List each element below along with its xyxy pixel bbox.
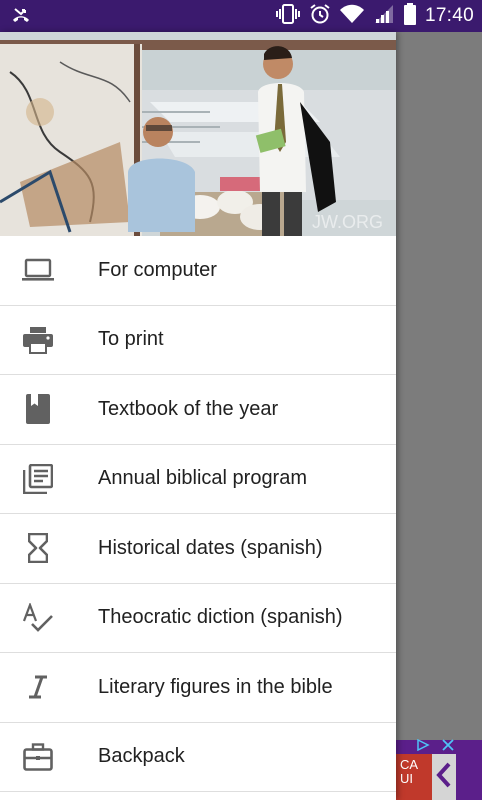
vibrate-icon <box>275 3 300 30</box>
status-icons: 17:40 <box>275 0 474 32</box>
missed-call-icon <box>10 5 32 27</box>
status-bar: 17:40 <box>0 0 482 32</box>
book-icon <box>22 393 54 425</box>
library-books-icon <box>22 463 54 495</box>
menu-item-backpack[interactable]: Backpack <box>0 723 396 792</box>
menu-item-label: Historical dates (spanish) <box>98 536 323 559</box>
laptop-icon <box>22 254 54 286</box>
battery-icon <box>403 2 416 30</box>
spellcheck-icon <box>22 602 54 634</box>
italic-icon <box>22 671 54 703</box>
menu-item-annual-biblical-program[interactable]: Annual biblical program <box>0 445 396 514</box>
alarm-icon <box>309 3 331 30</box>
ad-arrow[interactable] <box>432 754 456 800</box>
ad-choices[interactable] <box>416 738 454 754</box>
menu-item-label: Theocratic diction (spanish) <box>98 606 343 629</box>
menu-item-literary-figures[interactable]: Literary figures in the bible <box>0 653 396 723</box>
ad-banner[interactable]: CA UI <box>396 738 482 800</box>
navigation-drawer: JW.ORG For computer To print Textbook of… <box>0 32 396 800</box>
briefcase-icon <box>22 741 54 773</box>
ad-text[interactable]: CA UI <box>396 754 432 800</box>
menu-item-label: Literary figures in the bible <box>98 675 333 698</box>
screen: 17:40 CA UI JW.ORG For computer To print… <box>0 0 482 800</box>
menu-item-historical-dates[interactable]: Historical dates (spanish) <box>0 514 396 584</box>
menu-item-for-computer[interactable]: For computer <box>0 236 396 306</box>
hourglass-icon <box>22 532 54 564</box>
jw-watermark: JW.ORG <box>312 212 383 232</box>
menu-item-label: Backpack <box>98 745 185 768</box>
drawer-header-image: JW.ORG <box>0 32 396 236</box>
menu-item-to-print[interactable]: To print <box>0 306 396 375</box>
wifi-icon <box>339 4 364 29</box>
menu-item-theocratic-diction[interactable]: Theocratic diction (spanish) <box>0 584 396 653</box>
menu-item-label: For computer <box>98 258 217 281</box>
menu-list: For computer To print Textbook of the ye… <box>0 236 396 792</box>
status-time: 17:40 <box>424 5 474 26</box>
menu-item-label: Annual biblical program <box>98 467 308 490</box>
menu-item-label: Textbook of the year <box>98 397 279 420</box>
menu-item-textbook-of-the-year[interactable]: Textbook of the year <box>0 375 396 445</box>
signal-icon <box>373 4 395 29</box>
chevron-left-icon[interactable] <box>436 762 452 793</box>
menu-item-label: To print <box>98 328 164 351</box>
printer-icon <box>22 324 54 356</box>
